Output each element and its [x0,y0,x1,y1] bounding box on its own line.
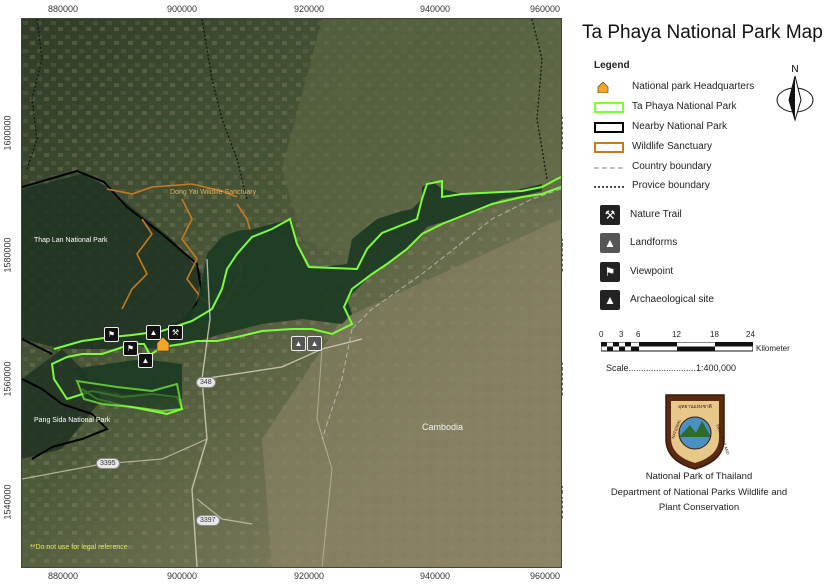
viewpoint-marker-2[interactable]: ⚑ [123,341,138,356]
map-title: Ta Phaya National Park Map [582,22,823,43]
legend-headquarters-label: National park Headquarters [632,81,755,92]
credit-line-1: National Park of Thailand [645,471,753,482]
legend-nature-trail-label: Nature Trail [630,209,682,220]
x-tick-bottom-960000: 960000 [530,571,561,581]
legend-country-boundary-label: Country boundary [632,161,712,172]
logo-top-text: อุทยานแห่งชาติ [678,403,712,410]
hiker-icon: ⚒ [600,205,620,225]
temple-ruin-icon: ▲ [600,290,620,310]
scale-unit: Kilometer [756,344,790,353]
wildlife-sanctuary-swatch [594,142,624,153]
ta-phaya-swatch [594,102,624,113]
legend-province-boundary: Provice boundary [594,180,794,194]
map-canvas[interactable]: Dong Yai Wildlife Sanctuary Thap Lan Nat… [21,18,562,568]
x-tick-top-920000: 920000 [294,4,325,14]
scale-tick-12: 12 [672,330,681,339]
archaeological-marker-2[interactable]: ▲ [138,353,153,368]
label-pang-sida: Pang Sida National Park [34,417,111,424]
label-cambodia: Cambodia [422,422,464,432]
label-thap-lan: Thap Lan National Park [34,237,108,244]
landforms-marker[interactable]: ▲ [291,336,306,351]
legend-country-boundary: Country boundary [594,161,794,175]
scale-tick-0: 0 [599,330,604,339]
x-tick-top-960000: 960000 [530,4,561,14]
binocular-person-icon: ⚑ [600,262,620,282]
scale-tick-18: 18 [710,330,719,339]
legend-heading: Legend [594,60,630,71]
rock-formation-icon: ▲ [600,233,620,253]
x-tick-top-940000: 940000 [420,4,451,14]
x-tick-bottom-880000: 880000 [48,571,79,581]
legend-ta-phaya: Ta Phaya National Park [594,101,794,115]
road-label-3395: 3395 [96,458,120,469]
x-tick-top-880000: 880000 [48,4,79,14]
landforms-marker-2[interactable]: ▲ [307,336,322,351]
legend-nearby-park: Nearby National Park [594,121,794,135]
x-tick-bottom-900000: 900000 [167,571,198,581]
disclaimer: **Do not use for legal reference [30,544,128,551]
road-label-348: 348 [196,377,216,388]
scale-tick-6: 6 [636,330,641,339]
credit-line-3: Plant Conservation [658,502,740,513]
scale-tick-24: 24 [746,330,755,339]
y-tick-left-1540000: 1540000 [2,484,13,520]
legend-archaeological: ▲ Archaeological site [600,290,780,312]
x-tick-top-900000: 900000 [167,4,198,14]
country-boundary-swatch [594,167,624,169]
scale-ratio: Scale...........................1:400,00… [606,363,737,373]
national-park-emblem-icon: อุทยานแห่งชาติ NATIONAL PARK THAILAND [665,394,730,470]
nearby-park-swatch [594,122,624,133]
scale-tick-3: 3 [619,330,624,339]
legend-landforms: ▲ Landforms [600,233,780,255]
legend-province-boundary-label: Provice boundary [632,180,710,191]
x-tick-bottom-940000: 940000 [420,571,451,581]
north-label: N [791,64,798,75]
y-tick-left-1560000: 1560000 [2,361,13,397]
viewpoint-marker[interactable]: ⚑ [104,327,119,342]
road-label-3397: 3397 [196,515,220,526]
legend-nearby-park-label: Nearby National Park [632,121,728,132]
headquarters-icon [597,82,609,93]
map-svg [22,19,561,567]
label-dong-yai: Dong Yai Wildlife Sanctuary [170,189,257,196]
y-tick-left-1600000: 1600000 [2,115,13,151]
legend-wildlife-sanctuary-label: Wildlife Sanctuary [632,141,713,152]
y-tick-left-1580000: 1580000 [2,237,13,273]
legend-headquarters: National park Headquarters [594,81,794,95]
legend-ta-phaya-label: Ta Phaya National Park [632,101,737,112]
province-boundary-swatch [594,186,624,188]
credit-line-2: Department of National Parks Wildlife an… [610,487,788,498]
nature-trail-marker[interactable]: ⚒ [168,325,183,340]
legend-wildlife-sanctuary: Wildlife Sanctuary [594,141,794,155]
legend-viewpoint-label: Viewpoint [630,266,674,277]
legend-archaeological-label: Archaeological site [630,294,714,305]
scale-bar-graphic [601,342,753,352]
archaeological-marker[interactable]: ▲ [146,325,161,340]
x-tick-bottom-920000: 920000 [294,571,325,581]
legend-landforms-label: Landforms [630,237,678,248]
legend-viewpoint: ⚑ Viewpoint [600,262,780,284]
legend-nature-trail: ⚒ Nature Trail [600,205,780,227]
